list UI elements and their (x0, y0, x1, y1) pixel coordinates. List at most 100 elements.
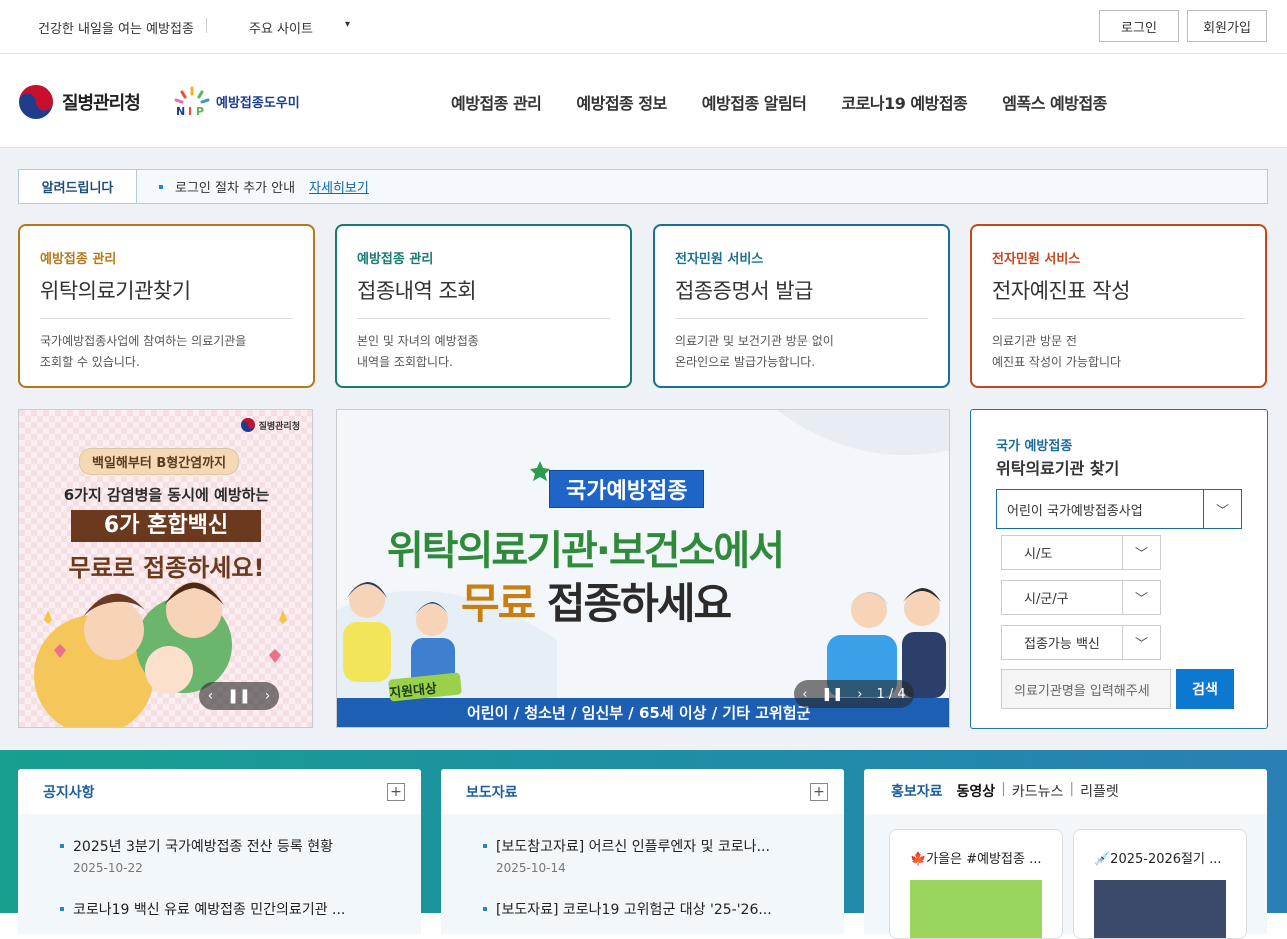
panel-title: 보도자료 (466, 785, 518, 801)
press-panel: 보도자료 + [보도참고자료] 어르신 인플루엔자 및 코로나... 2025-… (441, 769, 844, 934)
banner-brand-text: 질병관리청 (258, 421, 300, 432)
card-category: 예방접종 관리 (357, 252, 434, 267)
search-button[interactable]: 검색 (1176, 669, 1234, 709)
nip-logo-text: 예방접종도우미 (216, 95, 300, 111)
card-category: 전자민원 서비스 (675, 252, 764, 267)
site-select[interactable]: 주요 사이트 (249, 18, 313, 37)
banner-brand: 질병관리청 (240, 418, 300, 432)
banner-main-line2: 무료 접종하세요 (461, 570, 732, 631)
sigungu-select[interactable]: 시/군/구 ﹀ (1001, 580, 1161, 615)
card-find-institution[interactable]: 예방접종 관리 위탁의료기관찾기 국가예방접종사업에 참여하는 의료기관을 조회… (18, 224, 315, 388)
prev-icon[interactable]: ‹ (802, 687, 807, 702)
card-description: 국가예방접종사업에 참여하는 의료기관을 조회할 수 있습니다. (40, 334, 247, 369)
card-description: 본인 및 자녀의 예방접종 내역을 조회합니다. (357, 334, 479, 369)
nav-item-covid19[interactable]: 코로나19 예방접종 (841, 90, 967, 114)
sigungu-select-value: 시/군/구 (1024, 592, 1069, 607)
vaccine-select[interactable]: 접종가능 백신 ﹀ (1001, 625, 1161, 660)
vaccine-select-value: 접종가능 백신 (1024, 637, 1100, 652)
list-item[interactable]: [보도참고자료] 어르신 인플루엔자 및 코로나... (483, 836, 770, 856)
divider (206, 18, 207, 33)
panel-body: 2025년 3분기 국가예방접종 전산 등록 현황 2025-10-22 코로나… (18, 814, 421, 934)
chevron-down-icon: ﹀ (1122, 536, 1160, 569)
promo-card[interactable]: 💉2025-2026절기 ... (1073, 829, 1247, 939)
kdca-logo-text: 질병관리청 (62, 93, 141, 114)
promo-tabs: 홍보자료 동영상 | 카드뉴스 | 리플렛 (891, 781, 1119, 801)
promo-banner-hexavalent[interactable]: 질병관리청 백일해부터 B형간염까지 6가지 감염병을 동시에 예방하는 6가 … (18, 409, 313, 728)
banner-line3: 6가 혼합백신 (71, 510, 261, 542)
notice-message[interactable]: 로그인 절차 추가 안내 (175, 177, 295, 196)
program-select[interactable]: 어린이 국가예방접종사업 ﹀ (996, 489, 1242, 529)
banner-main-targets: 어린이 / 청소년 / 임신부 / 65세 이상 / 기타 고위험군 (467, 704, 811, 722)
card-certificate[interactable]: 전자민원 서비스 접종증명서 발급 의료기관 및 보건기관 방문 없이 온라인으… (653, 224, 950, 388)
card-description: 의료기관 및 보건기관 방문 없이 온라인으로 발급가능합니다. (675, 334, 834, 369)
promo-panel: 홍보자료 동영상 | 카드뉴스 | 리플렛 🍁가을은 #예방접종 ... 💉20… (864, 769, 1267, 939)
main-header: 질병관리청 N I P 예방접종도우미 예방접종 관리 예방접종 정보 예방접종… (0, 54, 1287, 148)
nav-item-mpox[interactable]: 엠폭스 예방접종 (1002, 90, 1107, 114)
join-button[interactable]: 회원가입 (1187, 10, 1267, 42)
sido-select[interactable]: 시/도 ﹀ (1001, 535, 1161, 570)
list-item[interactable]: 코로나19 백신 유료 예방접종 민간의료기관 ... (59, 899, 345, 919)
sido-select-value: 시/도 (1024, 547, 1053, 562)
promo-card[interactable]: 🍁가을은 #예방접종 ... (889, 829, 1063, 939)
pause-icon[interactable]: ❚❚ (227, 688, 250, 704)
promo-card-title: 💉2025-2026절기 ... (1094, 852, 1222, 867)
chevron-down-icon: ﹀ (1203, 490, 1241, 528)
institution-search-input[interactable]: 의료기관명을 입력해주세 (1001, 669, 1171, 709)
tab-card-news[interactable]: 카드뉴스 (1012, 781, 1064, 801)
nav-item-vaccination-info[interactable]: 예방접종 정보 (576, 90, 667, 114)
svg-text:N: N (176, 105, 185, 118)
pause-icon[interactable]: ❚❚ (822, 687, 844, 702)
more-plus-icon[interactable]: + (387, 783, 405, 801)
tab-video[interactable]: 동영상 (957, 781, 996, 801)
card-title: 접종내역 조회 (357, 275, 610, 319)
tab-leaflet[interactable]: 리플렛 (1080, 781, 1119, 801)
list-item[interactable]: 2025년 3분기 국가예방접종 전산 등록 현황 (60, 836, 333, 856)
slogan-text: 건강한 내일을 여는 예방접종 (38, 22, 194, 37)
svg-text:P: P (196, 105, 204, 118)
kdca-logo[interactable]: 질병관리청 (18, 84, 141, 120)
main-nav: 예방접종 관리 예방접종 정보 예방접종 알림터 코로나19 예방접종 엠폭스 … (451, 90, 1142, 114)
prev-icon[interactable]: ‹ (208, 688, 214, 704)
list-item-date: 2025-10-14 (496, 861, 566, 875)
next-icon[interactable]: › (265, 688, 271, 704)
card-category: 예방접종 관리 (40, 252, 117, 267)
banner-main-line1: 위탁의료기관·보건소에서 (387, 528, 785, 574)
login-button[interactable]: 로그인 (1099, 10, 1179, 42)
banner-line2: 6가지 감염병을 동시에 예방하는 (63, 486, 270, 504)
taegeuk-icon (19, 85, 53, 119)
finder-title: 위탁의료기관 찾기 (996, 459, 1120, 478)
next-icon[interactable]: › (857, 687, 862, 702)
promo-card-thumbnail (1094, 880, 1226, 938)
svg-text:I: I (188, 105, 192, 118)
panel-title: 홍보자료 (891, 784, 943, 800)
more-plus-icon[interactable]: + (810, 783, 828, 801)
card-title: 접종증명서 발급 (675, 275, 928, 319)
panel-title: 공지사항 (43, 785, 95, 801)
card-title: 위탁의료기관찾기 (40, 275, 293, 319)
card-vaccination-history[interactable]: 예방접종 관리 접종내역 조회 본인 및 자녀의 예방접종 내역을 조회합니다. (335, 224, 632, 388)
banner-main-free: 무료 (461, 579, 536, 628)
notice-more-link[interactable]: 자세히보기 (309, 177, 369, 196)
finder-subtitle: 국가 예방접종 (996, 439, 1073, 454)
promo-banner-main[interactable]: 국가예방접종 위탁의료기관·보건소에서 무료 접종하세요 지원대상 어린이 / … (336, 409, 950, 728)
promo-card-thumbnail (910, 880, 1042, 938)
promo-card-title: 🍁가을은 #예방접종 ... (910, 852, 1042, 867)
chevron-down-icon: ﹀ (1122, 581, 1160, 614)
banner-line4: 무료로 접종하세요! (68, 554, 265, 582)
card-description: 의료기관 방문 전 예진표 작성이 가능합니다 (992, 334, 1122, 369)
banner-main-vaccinate: 접종하세요 (546, 579, 732, 628)
nav-item-vaccination-news[interactable]: 예방접종 알림터 (702, 90, 807, 114)
card-title: 전자예진표 작성 (992, 275, 1245, 319)
nip-sun-icon: N I P (174, 86, 210, 118)
institution-finder: 국가 예방접종 위탁의료기관 찾기 어린이 국가예방접종사업 ﹀ 시/도 ﹀ 시… (970, 409, 1268, 729)
nip-logo[interactable]: N I P 예방접종도우미 (172, 84, 300, 118)
chevron-down-icon[interactable]: ▾ (345, 19, 350, 30)
program-select-value: 어린이 국가예방접종사업 (1007, 503, 1143, 519)
notice-panel: 공지사항 + 2025년 3분기 국가예방접종 전산 등록 현황 2025-10… (18, 769, 421, 934)
list-item[interactable]: [보도자료] 코로나19 고위험군 대상 '25-'26... (483, 899, 772, 919)
nav-item-vaccination-management[interactable]: 예방접종 관리 (451, 90, 542, 114)
card-e-questionnaire[interactable]: 전자민원 서비스 전자예진표 작성 의료기관 방문 전 예진표 작성이 가능합니… (970, 224, 1267, 388)
card-category: 전자민원 서비스 (992, 252, 1081, 267)
panel-body: [보도참고자료] 어르신 인플루엔자 및 코로나... 2025-10-14 [… (441, 814, 844, 934)
banner-main-badge: 국가예방접종 (549, 470, 705, 508)
